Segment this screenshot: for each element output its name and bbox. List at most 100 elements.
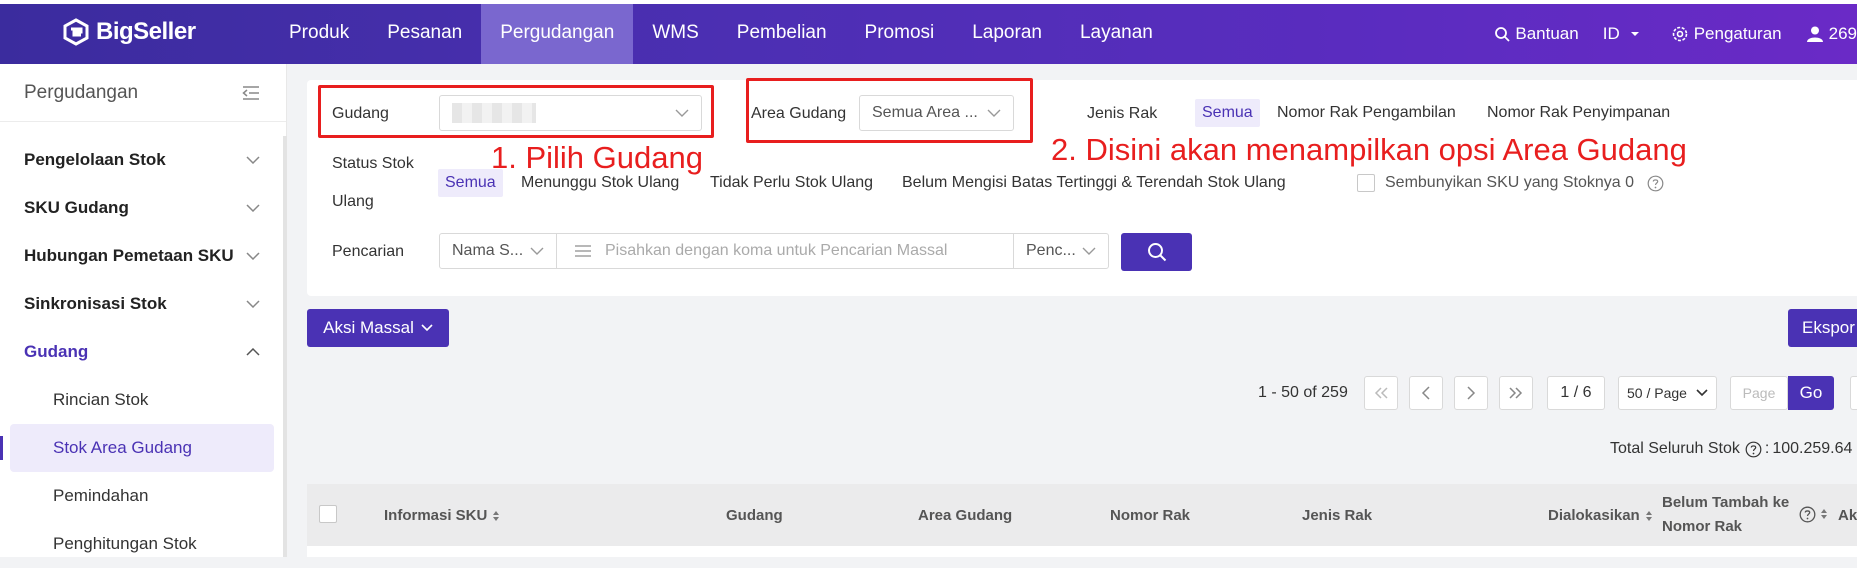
help-link[interactable]: Bantuan	[1494, 24, 1579, 44]
export-label: Ekspor	[1802, 318, 1855, 337]
annotation-step-2: 2. Disini akan menampilkan opsi Area Gud…	[1051, 132, 1687, 167]
bigseller-logo-icon	[63, 18, 89, 46]
nav-laporan[interactable]: Laporan	[953, 4, 1061, 64]
pagination-range: 1 - 50 of 259	[1258, 384, 1348, 401]
page-jump-input[interactable]: Page	[1730, 376, 1788, 410]
chevron-down-icon	[246, 156, 260, 164]
next-page-button[interactable]	[1454, 376, 1488, 410]
user-icon	[1806, 26, 1823, 42]
question-circle-icon[interactable]	[1745, 441, 1762, 458]
rack-type-option-all[interactable]: Semua	[1195, 99, 1260, 127]
search-button[interactable]	[1121, 233, 1192, 271]
column-rack-type: Jenis Rak	[1302, 507, 1373, 524]
user-label: 269	[1828, 24, 1857, 43]
export-button[interactable]: Ekspor	[1788, 309, 1857, 347]
nav-pesanan[interactable]: Pesanan	[368, 4, 481, 64]
language-label: ID	[1602, 24, 1620, 43]
chevron-down-icon	[530, 247, 544, 255]
sidebar-item-pengelolaan-stok[interactable]: Pengelolaan Stok	[0, 136, 286, 184]
sidebar-item-gudang[interactable]: Gudang	[0, 328, 286, 376]
question-circle-icon[interactable]	[1799, 506, 1816, 523]
search-mode-value: Penc...	[1026, 242, 1076, 259]
annotation-box-area	[746, 78, 1033, 143]
sidebar-sub-penghitungan-stok[interactable]: Penghitungan Stok	[10, 520, 274, 568]
nav-pergudangan[interactable]: Pergudangan	[481, 4, 634, 64]
sidebar-sub-rincian-stok[interactable]: Rincian Stok	[10, 376, 274, 424]
rack-type-option-storage[interactable]: Nomor Rak Penyimpanan	[1487, 99, 1670, 127]
list-icon	[575, 245, 591, 257]
chevron-down-icon	[246, 252, 260, 260]
column-action: Ak	[1838, 507, 1857, 524]
rack-type-option-picking[interactable]: Nomor Rak Pengambilan	[1277, 99, 1456, 127]
go-button[interactable]: Go	[1788, 376, 1834, 410]
search-label: Pencarian	[332, 243, 405, 260]
help-label: Bantuan	[1515, 24, 1579, 43]
column-label: Informasi SKU	[384, 507, 488, 524]
sort-icon[interactable]	[1819, 507, 1829, 521]
table-body-start	[307, 546, 1857, 557]
restock-option-not-needed[interactable]: Tidak Perlu Stok Ulang	[710, 169, 873, 197]
bigseller-logo[interactable]: BigSeller	[62, 18, 196, 46]
question-circle-icon[interactable]	[1647, 175, 1664, 192]
page-size-select[interactable]: 50 / Page	[1618, 376, 1717, 410]
nav-pembelian[interactable]: Pembelian	[718, 4, 846, 64]
search-field-select[interactable]: Nama S...	[439, 233, 557, 269]
nav-promosi[interactable]: Promosi	[846, 4, 954, 64]
chevron-down-icon	[1082, 247, 1096, 255]
nav-produk[interactable]: Produk	[270, 4, 368, 64]
caret-down-icon	[1630, 32, 1639, 36]
page-refresh-button[interactable]	[1850, 376, 1857, 410]
hide-zero-stock-checkbox[interactable]	[1357, 174, 1375, 192]
restock-option-not-set[interactable]: Belum Mengisi Batas Tertinggi & Terendah…	[902, 169, 1286, 197]
page-indicator-text: 1 / 6	[1560, 384, 1592, 401]
page-indicator: 1 / 6	[1547, 376, 1605, 410]
page-jump-placeholder: Page	[1742, 385, 1776, 401]
sidebar-item-sinkronisasi-stok[interactable]: Sinkronisasi Stok	[0, 280, 286, 328]
first-page-button[interactable]	[1364, 376, 1398, 410]
main-nav: Produk Pesanan Pergudangan WMS Pembelian…	[270, 4, 1172, 64]
collapse-sidebar-icon[interactable]	[242, 85, 260, 101]
page-size-value: 50 / Page	[1627, 385, 1687, 401]
column-warehouse: Gudang	[726, 507, 783, 524]
nav-wms[interactable]: WMS	[633, 4, 717, 64]
sidebar-header: Pergudangan	[0, 64, 286, 122]
sidebar-sub-pemindahan[interactable]: Pemindahan	[10, 472, 274, 520]
search-placeholder: Pisahkan dengan koma untuk Pencarian Mas…	[605, 242, 948, 259]
settings-label: Pengaturan	[1693, 24, 1782, 43]
prev-page-button[interactable]	[1409, 376, 1443, 410]
go-label: Go	[1799, 383, 1823, 402]
bulk-action-label: Aksi Massal	[323, 318, 414, 337]
column-allocated[interactable]: Dialokasikan	[1548, 507, 1654, 524]
chevron-down-icon	[1696, 389, 1708, 397]
sidebar: Pergudangan Pengelolaan Stok SKU Gudang …	[0, 64, 287, 557]
top-right-tools: Bantuan ID Pengaturan 269	[1494, 4, 1857, 64]
language-selector[interactable]: ID	[1603, 24, 1647, 44]
sidebar-item-hubungan-pemetaan-sku[interactable]: Hubungan Pemetaan SKU	[0, 232, 286, 280]
nav-layanan[interactable]: Layanan	[1061, 4, 1172, 64]
settings-link[interactable]: Pengaturan	[1671, 24, 1782, 44]
hide-zero-stock-label: Sembunyikan SKU yang Stoknya 0	[1385, 174, 1635, 191]
annotation-step-1: 1. Pilih Gudang	[491, 140, 703, 175]
search-input[interactable]: Pisahkan dengan koma untuk Pencarian Mas…	[556, 233, 1014, 269]
sort-icon	[493, 510, 500, 521]
sort-icon	[1645, 510, 1652, 521]
sidebar-scrollbar[interactable]	[283, 136, 287, 557]
chevron-right-icon	[1467, 386, 1476, 400]
search-icon	[1495, 27, 1511, 42]
search-field-value: Nama S...	[452, 242, 524, 259]
sidebar-sub-stok-area-gudang[interactable]: Stok Area Gudang	[0, 424, 274, 472]
last-page-button[interactable]	[1499, 376, 1533, 410]
chevron-down-icon	[246, 204, 260, 212]
sidebar-item-sku-gudang[interactable]: SKU Gudang	[0, 184, 286, 232]
bulk-action-button[interactable]: Aksi Massal	[307, 309, 449, 347]
rack-type-label: Jenis Rak	[1087, 105, 1158, 122]
chevron-up-icon	[246, 348, 260, 356]
select-all-checkbox[interactable]	[319, 505, 337, 523]
column-sku-info[interactable]: Informasi SKU	[384, 507, 501, 524]
search-icon	[1147, 243, 1166, 262]
annotation-box-warehouse	[318, 85, 714, 138]
user-menu[interactable]: 269	[1806, 24, 1857, 44]
column-rack-number: Nomor Rak	[1110, 507, 1191, 524]
search-mode-select[interactable]: Penc...	[1013, 233, 1109, 269]
chevron-left-icon	[1421, 386, 1430, 400]
